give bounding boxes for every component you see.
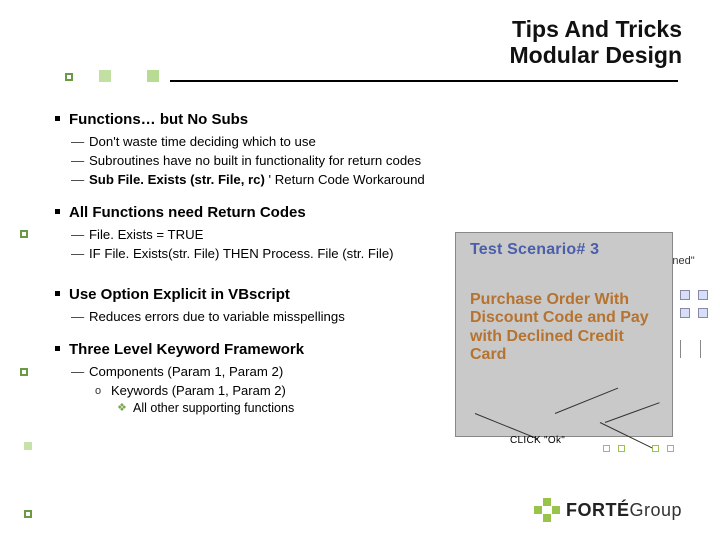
- connector-line: [680, 340, 681, 358]
- section-heading: Functions… but No Subs: [69, 110, 665, 130]
- section-functions-no-subs: Functions… but No Subs Don't waste time …: [55, 110, 665, 189]
- list-item: Sub File. Exists (str. File, rc) ' Retur…: [89, 171, 665, 189]
- bullet-icon: [55, 291, 60, 296]
- footer-logo: FORTÉGroup: [534, 498, 682, 522]
- logo-brand: FORTÉ: [566, 500, 630, 520]
- logo-suffix: Group: [629, 500, 682, 520]
- small-box-icon: [652, 445, 659, 452]
- list-item: Don't waste time deciding which to use: [89, 133, 665, 151]
- inline-text: ' Return Code Workaround: [265, 172, 425, 187]
- workflow-node-icon: [680, 308, 690, 318]
- bullet-icon: [55, 209, 60, 214]
- bullet-icon: [55, 116, 60, 121]
- deco-square-icon: [65, 73, 73, 81]
- title-underline: [170, 80, 678, 82]
- small-box-icon: [603, 445, 610, 452]
- deco-square-icon: [99, 70, 111, 82]
- click-ok-label: CLICK "Ok": [510, 435, 565, 446]
- title-line-2: Modular Design: [509, 42, 682, 68]
- title-line-1: Tips And Tricks: [509, 16, 682, 42]
- small-box-icon: [667, 445, 674, 452]
- deco-square-icon: [20, 368, 28, 376]
- workflow-node-icon: [698, 308, 708, 318]
- scenario-title: Test Scenario# 3: [470, 241, 599, 259]
- logo-mark-icon: [534, 498, 560, 522]
- deco-square-icon: [147, 70, 159, 82]
- overlay-panel: Test Scenario# 3 Purchase Order With Dis…: [455, 232, 673, 437]
- deco-square-icon: [20, 230, 28, 238]
- slide-title: Tips And Tricks Modular Design: [509, 16, 682, 69]
- logo-text: FORTÉGroup: [566, 500, 682, 521]
- bullet-icon: [55, 346, 60, 351]
- connector-line: [700, 340, 701, 358]
- small-box-icon: [618, 445, 625, 452]
- workflow-node-icon: [698, 290, 708, 300]
- list-item: Subroutines have no built in functionali…: [89, 152, 665, 170]
- workflow-node-icon: [680, 290, 690, 300]
- bold-text: Sub File. Exists (str. File, rc): [89, 172, 265, 187]
- section-heading: All Functions need Return Codes: [69, 203, 665, 223]
- deco-square-icon: [24, 510, 32, 518]
- deco-square-icon: [24, 442, 32, 450]
- purchase-order-text: Purchase Order With Discount Code and Pa…: [470, 291, 660, 365]
